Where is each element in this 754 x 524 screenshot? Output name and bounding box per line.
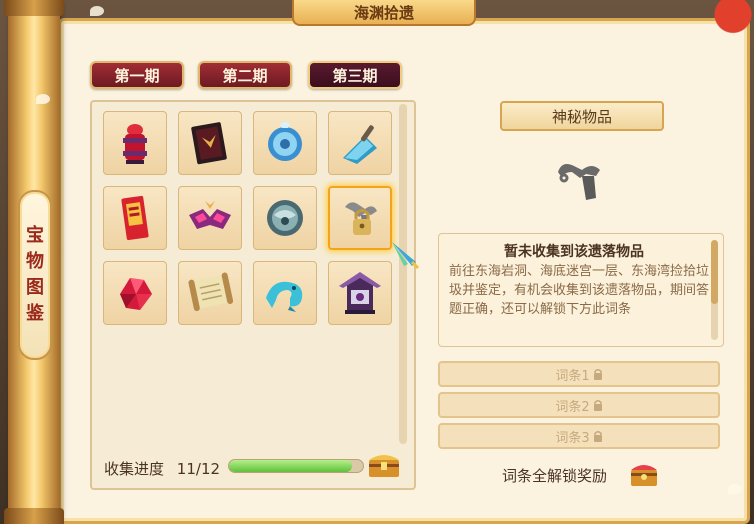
description-scrollbar[interactable] xyxy=(711,240,718,340)
grid-slot-blue-medallion[interactable] xyxy=(253,111,317,175)
tab-period-1[interactable]: 第一期 xyxy=(90,61,184,89)
grid-slot-stone-orb[interactable] xyxy=(253,186,317,250)
entry-1-locked[interactable]: 词条1 xyxy=(438,361,720,387)
grid-slot-blue-dustpan[interactable] xyxy=(328,111,392,175)
entry-label: 词条1 xyxy=(555,368,590,384)
collection-progress-fill xyxy=(229,460,352,472)
petal-decoration-icon xyxy=(90,6,104,16)
progress-value: 11/12 xyxy=(176,460,221,478)
entry-2-locked[interactable]: 词条2 xyxy=(438,392,720,418)
side-label-char: 物 xyxy=(26,251,44,272)
side-label-treasure-album: 宝 物 图 鉴 xyxy=(18,190,52,360)
grid-scrollbar[interactable] xyxy=(399,104,407,444)
purple-mask-icon xyxy=(189,201,231,229)
mystery-item-icon xyxy=(558,164,600,200)
collection-progress-text: 收集进度 11/12 xyxy=(104,458,220,479)
petal-decoration-icon xyxy=(728,484,742,494)
side-label-char: 鉴 xyxy=(26,303,44,324)
grid-slot-red-crystal[interactable] xyxy=(103,261,167,325)
description-box: 暂未收集到该遗落物品 前往东海岩洞、海底迷宫一层、东海湾捡拾垃圾并鉴定，有机会收… xyxy=(438,233,724,347)
entry-label: 词条3 xyxy=(555,430,590,446)
full-unlock-reward-label: 词条全解锁奖励 xyxy=(502,467,608,485)
feather-cursor-icon xyxy=(392,242,420,270)
full-unlock-reward-chest-icon[interactable] xyxy=(628,459,660,489)
grid-slot-dark-book[interactable] xyxy=(178,111,242,175)
grid-slot-scroll[interactable] xyxy=(178,261,242,325)
dark-book-icon xyxy=(191,122,227,165)
grid-slot-purple-shrine[interactable] xyxy=(328,261,392,325)
lock-icon xyxy=(593,369,602,380)
corner-ornament-icon xyxy=(684,0,754,48)
blue-dustpan-icon xyxy=(343,125,377,164)
red-crystal-icon xyxy=(120,278,152,310)
detail-title: 神秘物品 xyxy=(500,101,664,131)
grid-slot-purple-mask[interactable] xyxy=(178,186,242,250)
tab-period-3[interactable]: 第三期 xyxy=(308,61,402,89)
description-text: 前往东海岩洞、海底迷宫一层、东海湾捡拾垃圾并鉴定，有机会收集到该遗落物品，期间答… xyxy=(449,264,710,317)
red-talisman-icon xyxy=(121,195,149,241)
grid-slot-red-talisman[interactable] xyxy=(103,186,167,250)
jade-dragon-icon xyxy=(266,281,303,312)
red-urn-icon xyxy=(123,124,147,164)
scroll-icon xyxy=(188,272,234,312)
grid-slot-red-urn[interactable] xyxy=(103,111,167,175)
stone-orb-icon xyxy=(267,200,303,236)
grid-slot-mystery-locked[interactable] xyxy=(328,186,392,250)
description-title: 暂未收集到该遗落物品 xyxy=(504,244,644,260)
lock-icon xyxy=(593,400,602,411)
entry-3-locked[interactable]: 词条3 xyxy=(438,423,720,449)
entry-label: 词条2 xyxy=(555,399,590,415)
petal-decoration-icon xyxy=(36,94,50,104)
grid-slot-jade-dragon[interactable] xyxy=(253,261,317,325)
description-scroll-thumb[interactable] xyxy=(711,240,718,304)
window-title: 海渊拾遗 xyxy=(292,0,476,26)
lock-icon xyxy=(593,431,602,442)
progress-reward-chest-icon[interactable] xyxy=(366,448,402,480)
tab-period-2[interactable]: 第二期 xyxy=(198,61,292,89)
progress-label: 收集进度 xyxy=(104,460,165,478)
mystery-locked-icon xyxy=(345,202,377,235)
collection-progress-bar xyxy=(228,459,364,473)
game-stage: 海渊拾遗 宝 物 图 鉴 第一期 第二期 第三期 收集进度 11/12 神秘物品… xyxy=(0,0,754,524)
purple-shrine-icon xyxy=(339,272,381,314)
side-label-char: 宝 xyxy=(26,225,44,246)
blue-medallion-icon xyxy=(268,122,302,161)
side-label-char: 图 xyxy=(26,277,44,298)
